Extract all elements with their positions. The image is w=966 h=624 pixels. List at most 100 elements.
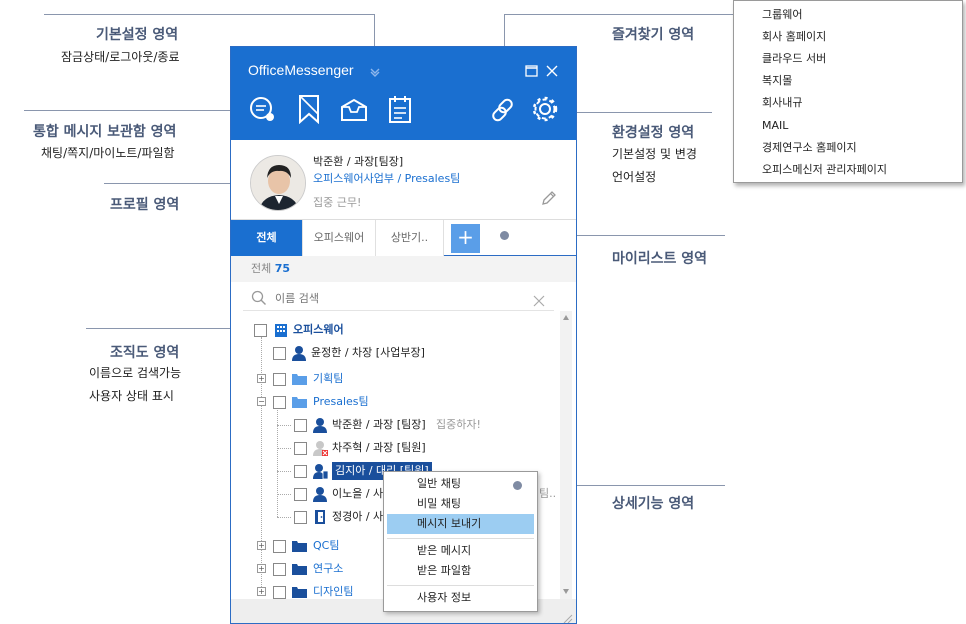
tree-collapse-toggle[interactable]: − xyxy=(257,397,266,406)
menu-separator xyxy=(387,538,534,539)
close-icon[interactable] xyxy=(546,62,558,77)
tree-label-user: 윤정한 / 차장 [사업부장] xyxy=(311,346,425,359)
tree-checkbox[interactable] xyxy=(273,540,286,553)
app-title: OfficeMessenger xyxy=(248,62,354,78)
favorite-item-company-home[interactable]: 회사 홈페이지 xyxy=(762,26,826,48)
search-icon xyxy=(251,290,267,306)
tree-user-status: 집중하자! xyxy=(436,418,481,431)
scroll-up-arrow-icon[interactable] xyxy=(563,315,569,320)
annotation-line-org xyxy=(86,328,246,329)
annotation-line-fav-h xyxy=(504,14,733,15)
tab-all[interactable]: 전체 xyxy=(231,220,303,256)
add-tab-button[interactable]: + xyxy=(451,224,480,253)
menu-item-secret-chat[interactable]: 비밀 채팅 xyxy=(387,494,534,514)
annotation-title-basic: 기본설정 영역 xyxy=(96,27,179,43)
pencil-icon[interactable] xyxy=(541,190,557,206)
inbox-tray-icon[interactable] xyxy=(339,97,369,123)
favorite-item-groupware[interactable]: 그룹웨어 xyxy=(762,4,802,26)
window-header: OfficeMessenger xyxy=(231,47,576,140)
tab-first-half[interactable]: 상반기.. xyxy=(376,220,444,256)
annotation-sub-inbox: 채팅/쪽지/마이노트/파일함 xyxy=(41,146,175,160)
member-count-value: 75 xyxy=(274,262,291,275)
tree-checkbox[interactable] xyxy=(294,488,307,501)
tree-label-team: Presales팀 xyxy=(313,395,369,408)
folder-icon xyxy=(292,396,307,408)
user-online-icon xyxy=(313,417,327,433)
tree-checkbox[interactable] xyxy=(273,373,286,386)
menu-item-user-info[interactable]: 사용자 정보 xyxy=(387,588,534,608)
tree-checkbox[interactable] xyxy=(294,465,307,478)
avatar[interactable] xyxy=(250,155,306,211)
tree-checkbox[interactable] xyxy=(273,563,286,576)
menu-item-send-message[interactable]: 메시지 보내기 xyxy=(387,514,534,534)
note-icon[interactable] xyxy=(297,94,321,125)
annotation-line-profile xyxy=(104,183,244,184)
maximize-icon[interactable] xyxy=(525,62,538,77)
tree-node-root[interactable]: 오피스웨어 xyxy=(241,321,541,339)
tree-scrollbar[interactable] xyxy=(560,311,572,601)
tree-user-row[interactable]: 차주혁 / 과장 [팀원] xyxy=(241,439,541,457)
menu-item-received-files[interactable]: 받은 파일함 xyxy=(387,561,534,581)
chevron-down-icon[interactable] xyxy=(369,63,381,77)
chat-bubble-icon[interactable] xyxy=(247,95,277,125)
user-away-icon xyxy=(313,509,327,525)
tree-checkbox[interactable] xyxy=(294,511,307,524)
favorite-item-economic-institute[interactable]: 경제연구소 홈페이지 xyxy=(762,137,857,159)
favorite-item-mail[interactable]: MAIL xyxy=(762,115,788,137)
user-busy-icon xyxy=(313,440,328,456)
tree-expand-toggle[interactable]: + xyxy=(257,564,266,573)
search-input[interactable] xyxy=(275,288,515,308)
link-icon[interactable] xyxy=(490,97,516,123)
resize-grip-icon[interactable] xyxy=(561,609,573,623)
tree-user-row[interactable]: 윤정한 / 차장 [사업부장] xyxy=(241,344,541,362)
member-count-label: 전체 xyxy=(251,262,272,275)
tree-label-team: 연구소 xyxy=(313,562,344,575)
tree-expand-toggle[interactable]: + xyxy=(257,374,266,383)
tree-label-team: 기획팀 xyxy=(313,372,344,385)
favorite-item-cloud-server[interactable]: 클라우드 서버 xyxy=(762,48,826,70)
tree-node-team[interactable]: + 기획팀 xyxy=(241,370,541,388)
folder-icon xyxy=(292,586,307,598)
annotation-title-profile: 프로필 영역 xyxy=(110,197,180,213)
profile-department: 오피스웨어사업부 / Presales팀 xyxy=(313,172,461,185)
menu-item-normal-chat[interactable]: 일반 채팅 xyxy=(387,474,534,494)
tree-user-row[interactable]: 박준환 / 과장 [팀장] 집중하자! xyxy=(241,416,541,434)
favorite-item-welfare-mall[interactable]: 복지몰 xyxy=(762,70,792,92)
annotation-title-mylist: 마이리스트 영역 xyxy=(612,251,708,267)
tree-expand-toggle[interactable]: + xyxy=(257,587,266,596)
menu-item-received-messages[interactable]: 받은 메시지 xyxy=(387,541,534,561)
annotation-sub-org-1: 이름으로 검색가능 xyxy=(89,366,182,380)
tree-expand-toggle[interactable]: + xyxy=(257,541,266,550)
annotation-sub-settings-2: 언어설정 xyxy=(612,170,657,184)
tree-checkbox[interactable] xyxy=(273,396,286,409)
search-bar xyxy=(243,285,554,311)
profile-status-message[interactable]: 집중 근무! xyxy=(313,194,361,210)
annotation-sub-settings-1: 기본설정 및 변경 xyxy=(612,147,697,161)
calendar-icon[interactable] xyxy=(388,94,412,124)
menu-separator xyxy=(387,585,534,586)
annotation-title-settings: 환경설정 영역 xyxy=(612,125,695,141)
mylist-tabs: 전체 오피스웨어 상반기.. + xyxy=(231,220,576,256)
clear-search-icon[interactable] xyxy=(533,292,545,307)
annotation-sub-org-2: 사용자 상태 표시 xyxy=(89,389,174,403)
tab-officeware[interactable]: 오피스웨어 xyxy=(303,220,376,256)
folder-icon xyxy=(292,540,307,552)
tree-checkbox[interactable] xyxy=(294,419,307,432)
favorites-dropdown: 그룹웨어 회사 홈페이지 클라우드 서버 복지몰 회사내규 MAIL 경제연구소… xyxy=(733,0,963,183)
profile-name: 박준환 / 과장[팀장] xyxy=(313,155,404,168)
tree-checkbox[interactable] xyxy=(254,324,267,337)
tree-node-team[interactable]: − Presales팀 xyxy=(241,393,541,411)
user-online-icon xyxy=(292,345,306,361)
user-mobile-icon xyxy=(313,463,329,480)
tree-checkbox[interactable] xyxy=(273,347,286,360)
favorite-item-admin-page[interactable]: 오피스메신저 관리자페이지 xyxy=(762,159,887,181)
user-context-menu: 일반 채팅 비밀 채팅 메시지 보내기 받은 메시지 받은 파일함 사용자 정보 xyxy=(383,471,538,612)
tree-checkbox[interactable] xyxy=(294,442,307,455)
scroll-down-arrow-icon[interactable] xyxy=(563,589,569,594)
tree-user-status: 팀.. xyxy=(539,487,557,500)
favorite-item-company-rules[interactable]: 회사내규 xyxy=(762,92,802,114)
tree-label-team: QC팀 xyxy=(313,539,340,552)
tree-label-user: 차주혁 / 과장 [팀원] xyxy=(332,441,426,454)
gear-icon[interactable] xyxy=(531,95,559,123)
tree-checkbox[interactable] xyxy=(273,586,286,599)
